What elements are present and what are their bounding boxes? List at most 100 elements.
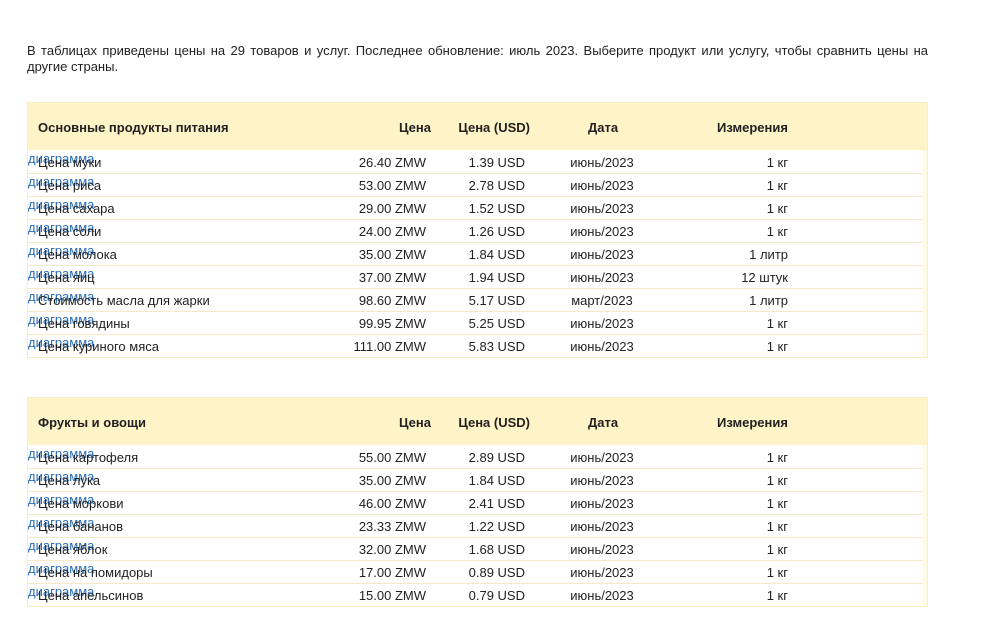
unit-column-header: Измерения <box>717 120 788 135</box>
table-row: Цена на помидоры 17.00 ZMW 0.89 USD июнь/20… <box>28 561 922 584</box>
price-value: 29.00 ZMW <box>358 201 426 216</box>
table-row: Цена муки 26.40 ZMW 1.39 USD июнь/2023 1 кг д… <box>28 151 922 174</box>
usd-column-header: Цена (USD) <box>458 415 530 430</box>
unit-value: 1 литр <box>749 247 788 262</box>
unit-value: 1 кг <box>766 201 788 216</box>
unit-value: 1 кг <box>766 339 788 354</box>
table-body: Цена картофеля 55.00 ZMW 2.89 USD июнь/2023… <box>28 445 922 606</box>
table-row: Цена апельсинов 15.00 ZMW 0.79 USD июнь/202… <box>28 584 922 606</box>
date-value: июнь/2023 <box>570 565 634 580</box>
item-name: Цена молока <box>38 247 117 262</box>
unit-value: 1 кг <box>766 519 788 534</box>
item-name: Цена риса <box>38 178 102 193</box>
unit-value: 1 литр <box>749 293 788 308</box>
price-value: 46.00 ZMW <box>358 496 426 511</box>
usd-price-value: 1.68 USD <box>468 542 525 557</box>
price-value: 99.95 ZMW <box>358 316 426 331</box>
unit-value: 1 кг <box>766 565 788 580</box>
item-name: Цена картофеля <box>38 450 139 465</box>
unit-column-header: Измерения <box>717 415 788 430</box>
table-row: Цена моркови 46.00 ZMW 2.41 USD июнь/2023 1 … <box>28 492 922 515</box>
price-value: 26.40 ZMW <box>358 155 426 170</box>
table-row: Цена лука 35.00 ZMW 1.84 USD июнь/2023 1 кг д… <box>28 469 922 492</box>
table-row: Цена яблок 32.00 ZMW 1.68 USD июнь/2023 1 кг… <box>28 538 922 561</box>
table-row: Цена сахара 29.00 ZMW 1.52 USD июнь/2023 1 к… <box>28 197 922 220</box>
usd-price-value: 0.89 USD <box>468 565 525 580</box>
table-row: Цена риса 53.00 ZMW 2.78 USD июнь/2023 1 кг д… <box>28 174 922 197</box>
price-value: 23.33 ZMW <box>358 519 426 534</box>
unit-value: 1 кг <box>766 316 788 331</box>
table-row: Стоимость масла для жарки 98.60 ZMW 5.17 U… <box>28 289 922 312</box>
usd-price-value: 2.78 USD <box>468 178 525 193</box>
usd-price-value: 2.41 USD <box>468 496 525 511</box>
price-column-header: Цена <box>399 415 431 430</box>
price-value: 98.60 ZMW <box>358 293 426 308</box>
item-name: Цена муки <box>38 155 102 170</box>
staple-foods-table: Основные продукты питания Цена Цена (USD… <box>27 102 928 358</box>
usd-price-value: 2.89 USD <box>468 450 525 465</box>
item-name: Цена яиц <box>38 270 95 285</box>
table-header: Основные продукты питания Цена Цена (USD… <box>28 103 927 150</box>
date-value: июнь/2023 <box>570 473 634 488</box>
date-value: июнь/2023 <box>570 588 634 603</box>
date-value: июнь/2023 <box>570 270 634 285</box>
date-value: март/2023 <box>571 293 633 308</box>
table-row: Цена яиц 37.00 ZMW 1.94 USD июнь/2023 12 шту… <box>28 266 922 289</box>
table-row: Цена бананов 23.33 ZMW 1.22 USD июнь/2023 1 … <box>28 515 922 538</box>
date-value: июнь/2023 <box>570 155 634 170</box>
price-value: 15.00 ZMW <box>358 588 426 603</box>
usd-price-value: 1.94 USD <box>468 270 525 285</box>
item-name: Цена куриного мяса <box>38 339 159 354</box>
table-row: Цена куриного мяса 111.00 ZMW 5.83 USD июнь… <box>28 335 922 357</box>
item-name: Цена лука <box>38 473 101 488</box>
usd-price-value: 1.52 USD <box>468 201 525 216</box>
date-value: июнь/2023 <box>570 178 634 193</box>
date-value: июнь/2023 <box>570 201 634 216</box>
unit-value: 1 кг <box>766 588 788 603</box>
unit-value: 12 штук <box>741 270 788 285</box>
fruits-vegetables-table: Фрукты и овощи Цена Цена (USD) Дата Изме… <box>27 397 928 607</box>
table-header: Фрукты и овощи Цена Цена (USD) Дата Изме… <box>28 398 927 445</box>
price-value: 35.00 ZMW <box>358 473 426 488</box>
price-value: 55.00 ZMW <box>358 450 426 465</box>
price-value: 37.00 ZMW <box>358 270 426 285</box>
item-name: Цена моркови <box>38 496 124 511</box>
item-name: Цена апельсинов <box>38 588 144 603</box>
table-row: Цена молока 35.00 ZMW 1.84 USD июнь/2023 1 л… <box>28 243 922 266</box>
usd-price-value: 5.25 USD <box>468 316 525 331</box>
price-value: 53.00 ZMW <box>358 178 426 193</box>
date-column-header: Дата <box>588 415 619 430</box>
item-name: Цена соли <box>38 224 102 239</box>
date-value: июнь/2023 <box>570 339 634 354</box>
table-title: Фрукты и овощи <box>38 415 146 430</box>
price-value: 111.00 ZMW <box>353 339 426 354</box>
price-value: 35.00 ZMW <box>358 247 426 262</box>
usd-column-header: Цена (USD) <box>458 120 530 135</box>
usd-price-value: 1.26 USD <box>468 224 525 239</box>
item-name: Цена яблок <box>38 542 108 557</box>
table-row: Цена картофеля 55.00 ZMW 2.89 USD июнь/2023… <box>28 446 922 469</box>
intro-text: В таблицах приведены цены на 29 товаров … <box>27 43 928 74</box>
unit-value: 1 кг <box>766 473 788 488</box>
unit-value: 1 кг <box>766 496 788 511</box>
unit-value: 1 кг <box>766 155 788 170</box>
usd-price-value: 1.22 USD <box>468 519 525 534</box>
item-name: Цена говядины <box>38 316 130 331</box>
usd-price-value: 1.84 USD <box>468 247 525 262</box>
price-value: 32.00 ZMW <box>358 542 426 557</box>
usd-price-value: 5.17 USD <box>468 293 525 308</box>
price-column-header: Цена <box>399 120 431 135</box>
price-value: 24.00 ZMW <box>358 224 426 239</box>
unit-value: 1 кг <box>766 542 788 557</box>
table-body: Цена муки 26.40 ZMW 1.39 USD июнь/2023 1 кг д… <box>28 150 922 357</box>
date-column-header: Дата <box>588 120 619 135</box>
unit-value: 1 кг <box>766 450 788 465</box>
date-value: июнь/2023 <box>570 316 634 331</box>
usd-price-value: 5.83 USD <box>468 339 525 354</box>
item-name: Цена на помидоры <box>38 565 153 580</box>
date-value: июнь/2023 <box>570 450 634 465</box>
date-value: июнь/2023 <box>570 247 634 262</box>
table-row: Цена соли 24.00 ZMW 1.26 USD июнь/2023 1 кг д… <box>28 220 922 243</box>
date-value: июнь/2023 <box>570 224 634 239</box>
date-value: июнь/2023 <box>570 542 634 557</box>
